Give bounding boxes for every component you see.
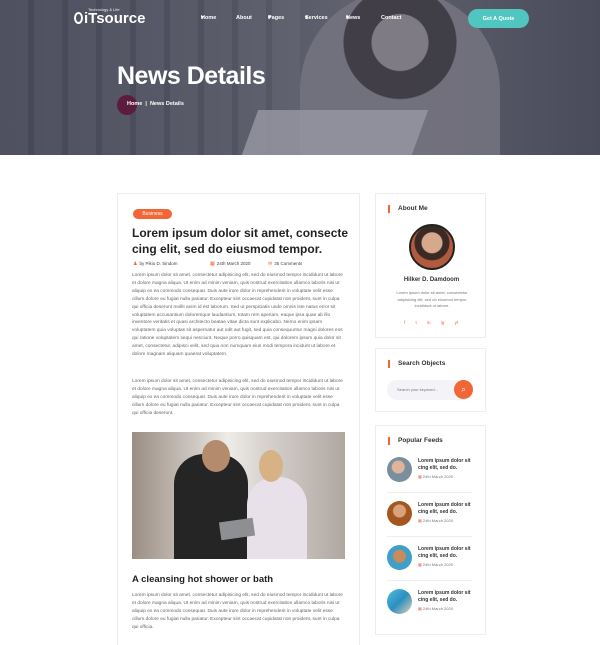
nav-about[interactable]: About — [236, 15, 252, 21]
youtube-icon[interactable]: yt — [455, 320, 459, 325]
nav-services[interactable]: Services ▾ — [305, 15, 328, 21]
breadcrumb: Home | News Details — [117, 95, 197, 115]
breadcrumb-text: Home | News Details — [127, 101, 184, 107]
feed-thumbnail — [387, 457, 412, 482]
feed-item[interactable]: Lorem ipsum dolor sit cing elit, sed do.… — [387, 545, 479, 575]
logo-tagline: Technology & Life — [88, 7, 120, 12]
category-badge[interactable]: Business — [133, 209, 172, 219]
feed-date: ▦ 24th March 2020 — [418, 606, 453, 611]
logo-text: iTsource — [84, 10, 146, 27]
image-woman-figure — [247, 477, 307, 559]
site-logo[interactable]: Technology & Life iTsource — [74, 7, 146, 27]
post-title: Lorem ipsum dolor sit amet, consecte cin… — [132, 225, 352, 257]
feed-thumbnail — [387, 501, 412, 526]
post-paragraph: Lorem ipsum dolor sit amet, consectetur … — [132, 593, 343, 630]
calendar-icon: ▦ — [418, 562, 422, 567]
feed-item[interactable]: Lorem ipsum dolor sit cing elit, sed do.… — [387, 457, 479, 487]
calendar-icon: ▦ — [418, 606, 422, 611]
feed-date: ▦ 24th March 2020 — [418, 518, 453, 523]
feed-title[interactable]: Lorem ipsum dolor sit cing elit, sed do. — [418, 458, 478, 472]
post-paragraph: Lorem ipsum dolor sit amet, consectetur … — [132, 273, 343, 358]
feed-item[interactable]: Lorem ipsum dolor sit cing elit, sed do.… — [387, 589, 479, 619]
section-heading: A cleansing hot shower or bath — [132, 574, 274, 585]
feed-date: ▦ 24th March 2020 — [418, 562, 453, 567]
twitter-icon[interactable]: t — [416, 320, 417, 325]
feed-title[interactable]: Lorem ipsum dolor sit cing elit, sed do. — [418, 590, 478, 604]
feed-date: ▦ 24th March 2020 — [418, 474, 453, 479]
feed-thumbnail — [387, 589, 412, 614]
about-me-widget: About Me Hilker D. Damdoom Lorem ipsum d… — [375, 193, 486, 338]
image-man-head — [202, 440, 230, 472]
search-icon: ⌕ — [461, 384, 466, 394]
widget-title: Popular Feeds — [388, 437, 443, 445]
breadcrumb-current: News Details — [149, 101, 184, 107]
post-title-line: Lorem ipsum dolor sit amet, consecte — [132, 226, 349, 240]
post-comments[interactable]: ✉ 35 Comments — [268, 261, 302, 267]
logo-icon — [74, 12, 83, 24]
search-button[interactable]: ⌕ — [454, 380, 473, 399]
breadcrumb-separator: | — [145, 101, 147, 107]
post-date: ▦ 24th March 2020 — [210, 261, 251, 267]
widget-title: Search Objects — [388, 360, 445, 368]
post-title-line: cing elit, sed do eiusmod tempor. — [132, 242, 323, 256]
author-name: Hilker D. Damdoom — [403, 277, 460, 283]
nav-pages[interactable]: Pages ▾ — [268, 15, 284, 21]
user-icon: ♟ — [133, 261, 138, 267]
feed-item[interactable]: Lorem ipsum dolor sit cing elit, sed do.… — [387, 501, 479, 531]
search-placeholder: Search your keyword... — [397, 387, 438, 392]
calendar-icon: ▦ — [210, 261, 215, 267]
nav-home[interactable]: Home ▾ — [201, 15, 216, 21]
page-title: News Details — [117, 62, 266, 90]
feed-title[interactable]: Lorem ipsum dolor sit cing elit, sed do. — [418, 502, 478, 516]
post-author[interactable]: ♟ by Pikio D. Sindom — [133, 261, 178, 267]
image-woman-head — [259, 450, 283, 482]
breadcrumb-home[interactable]: Home — [127, 101, 142, 107]
author-avatar — [409, 224, 455, 270]
feed-divider — [387, 492, 472, 493]
top-navigation: Technology & Life iTsource Home ▾ About … — [0, 0, 600, 36]
feed-thumbnail — [387, 545, 412, 570]
feed-divider — [387, 536, 472, 537]
feed-title[interactable]: Lorem ipsum dolor sit cing elit, sed do. — [418, 546, 478, 560]
author-bio: Lorem ipsum dolor sit amet, consectetur … — [396, 290, 468, 308]
calendar-icon: ▦ — [418, 518, 422, 523]
social-links: f t in ig yt — [404, 320, 467, 325]
post-card: Business Lorem ipsum dolor sit amet, con… — [117, 193, 360, 645]
nav-news[interactable]: News ▾ — [346, 15, 360, 21]
post-paragraph: Lorem ipsum dolor sit amet, consectetur … — [132, 379, 343, 416]
post-image — [132, 432, 345, 559]
calendar-icon: ▦ — [418, 474, 422, 479]
nav-contact[interactable]: Contact — [381, 15, 401, 21]
comment-icon: ✉ — [268, 261, 273, 267]
instagram-icon[interactable]: ig — [441, 320, 445, 325]
feed-divider — [387, 580, 472, 581]
get-a-quote-button[interactable]: Get A Quote — [468, 9, 529, 28]
widget-title: About Me — [388, 205, 428, 213]
linkedin-icon[interactable]: in — [427, 320, 431, 325]
facebook-icon[interactable]: f — [404, 320, 405, 325]
hero-banner: Technology & Life iTsource Home ▾ About … — [0, 0, 600, 155]
